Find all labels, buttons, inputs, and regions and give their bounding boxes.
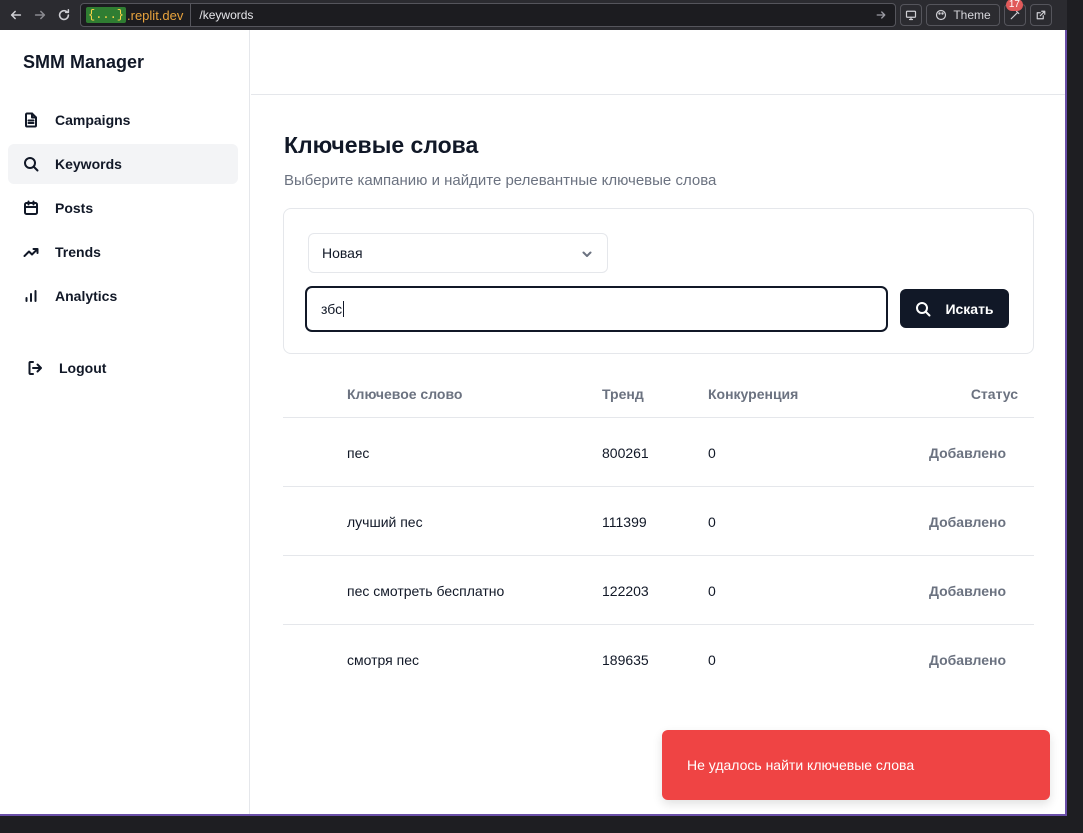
domain-host: .replit.dev bbox=[127, 7, 184, 23]
cell-keyword: смотря пес bbox=[347, 652, 419, 668]
error-toast[interactable]: Не удалось найти ключевые слова bbox=[662, 730, 1050, 800]
arrow-right-icon bbox=[34, 10, 46, 20]
cell-status: Добавлено bbox=[928, 583, 1006, 599]
calendar-icon bbox=[23, 200, 39, 216]
logout-button[interactable]: Logout bbox=[8, 348, 238, 388]
notification-badge: 17 bbox=[1005, 0, 1023, 11]
cell-competition: 0 bbox=[708, 514, 716, 530]
browser-toolbar: {...} .replit.dev /keywords Theme 17 bbox=[0, 0, 1067, 30]
page-subtitle: Выберите кампанию и найдите релевантные … bbox=[284, 172, 717, 189]
sidebar-item-posts[interactable]: Posts bbox=[8, 188, 238, 228]
search-input-value: збс bbox=[321, 301, 343, 317]
search-button-label: Искать bbox=[945, 300, 994, 317]
cell-status: Добавлено bbox=[928, 514, 1006, 530]
chevron-down-icon bbox=[581, 247, 593, 259]
sidebar-item-label: Campaigns bbox=[55, 112, 131, 128]
file-text-icon bbox=[23, 112, 39, 128]
address-bar[interactable]: {...} .replit.dev /keywords bbox=[80, 3, 896, 27]
cell-status: Добавлено bbox=[928, 445, 1006, 461]
table-row: пес смотреть бесплатно 122203 0 Добавлен… bbox=[283, 556, 1034, 625]
search-card: Новая збс Искать bbox=[283, 208, 1034, 354]
column-header-competition: Конкуренция bbox=[708, 386, 799, 402]
cell-competition: 0 bbox=[708, 445, 716, 461]
trending-up-icon bbox=[23, 244, 39, 260]
top-header bbox=[251, 30, 1065, 95]
column-header-keyword: Ключевое слово bbox=[347, 386, 463, 402]
main-content: Ключевые слова Выберите кампанию и найди… bbox=[251, 30, 1065, 814]
reload-icon bbox=[58, 8, 70, 21]
column-header-trend: Тренд bbox=[602, 386, 644, 402]
cell-trend: 111399 bbox=[602, 514, 647, 530]
cell-keyword: лучший пес bbox=[347, 514, 423, 530]
toast-message: Не удалось найти ключевые слова bbox=[687, 757, 915, 773]
reload-button[interactable] bbox=[52, 3, 76, 27]
cell-competition: 0 bbox=[708, 652, 716, 668]
table-row: смотря пес 189635 0 Добавлено bbox=[283, 625, 1034, 694]
back-button[interactable] bbox=[4, 3, 28, 27]
cell-status: Добавлено bbox=[928, 652, 1006, 668]
app-window: SMM Manager Campaigns Keywords Posts Tre… bbox=[0, 30, 1067, 816]
domain-label: {...} .replit.dev bbox=[84, 6, 185, 24]
go-icon[interactable] bbox=[875, 8, 889, 22]
monitor-icon bbox=[905, 10, 917, 21]
sidebar-item-label: Keywords bbox=[55, 156, 122, 172]
sidebar-item-label: Analytics bbox=[55, 288, 118, 304]
keyword-search-input[interactable]: збс bbox=[305, 286, 888, 332]
theme-button[interactable]: Theme bbox=[926, 4, 1000, 26]
device-preview-button[interactable] bbox=[900, 4, 922, 26]
table-row: лучший пес 111399 0 Добавлено bbox=[283, 487, 1034, 556]
sidebar-item-campaigns[interactable]: Campaigns bbox=[8, 100, 238, 140]
sidebar-item-keywords[interactable]: Keywords bbox=[8, 144, 238, 184]
sidebar-item-label: Posts bbox=[55, 200, 94, 216]
search-icon bbox=[23, 156, 39, 172]
cell-trend: 122203 bbox=[602, 583, 649, 599]
cell-trend: 800261 bbox=[602, 445, 649, 461]
domain-braces: {...} bbox=[86, 7, 127, 23]
search-button[interactable]: Искать bbox=[900, 289, 1009, 328]
sidebar-item-analytics[interactable]: Analytics bbox=[8, 276, 238, 316]
keywords-table: Ключевое слово Тренд Конкуренция Статус … bbox=[283, 370, 1034, 694]
campaign-select-value: Новая bbox=[322, 245, 363, 261]
search-icon bbox=[915, 301, 931, 317]
cell-competition: 0 bbox=[708, 583, 716, 599]
text-caret bbox=[343, 301, 345, 317]
logout-label: Logout bbox=[59, 360, 107, 376]
external-link-icon bbox=[1036, 10, 1046, 20]
palette-icon bbox=[936, 9, 947, 21]
cell-keyword: пес смотреть бесплатно bbox=[347, 583, 505, 599]
sidebar-item-label: Trends bbox=[55, 244, 101, 260]
arrow-left-icon bbox=[10, 10, 22, 20]
open-new-tab-button[interactable] bbox=[1030, 4, 1052, 26]
brand-title: SMM Manager bbox=[23, 52, 145, 72]
logout-icon bbox=[27, 360, 43, 376]
cell-keyword: пес bbox=[347, 445, 370, 461]
sidebar: SMM Manager Campaigns Keywords Posts Tre… bbox=[0, 30, 250, 814]
table-row: пес 800261 0 Добавлено bbox=[283, 418, 1034, 487]
url-separator bbox=[190, 3, 192, 27]
page-title: Ключевые слова bbox=[284, 132, 479, 158]
campaign-select[interactable]: Новая bbox=[308, 233, 608, 273]
theme-label: Theme bbox=[953, 8, 991, 22]
url-path: /keywords bbox=[199, 8, 254, 22]
table-header: Ключевое слово Тренд Конкуренция Статус bbox=[283, 370, 1034, 418]
forward-button[interactable] bbox=[28, 3, 52, 27]
notifications-button[interactable]: 17 bbox=[1004, 0, 1026, 26]
cell-trend: 189635 bbox=[602, 652, 649, 668]
sidebar-item-trends[interactable]: Trends bbox=[8, 232, 238, 272]
column-header-status: Статус bbox=[970, 386, 1018, 402]
bar-chart-icon bbox=[23, 288, 39, 304]
